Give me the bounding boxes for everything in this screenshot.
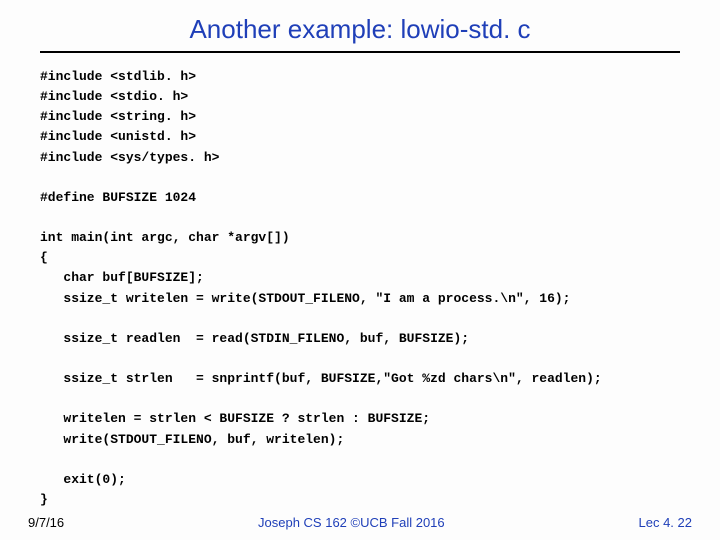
footer-page: Lec 4. 22	[639, 515, 693, 530]
footer: 9/7/16 Joseph CS 162 ©UCB Fall 2016 Lec …	[0, 515, 720, 530]
code-block: #include <stdlib. h> #include <stdio. h>…	[0, 67, 720, 510]
footer-attribution: Joseph CS 162 ©UCB Fall 2016	[258, 515, 445, 530]
slide-title: Another example: lowio-std. c	[0, 0, 720, 51]
footer-date: 9/7/16	[28, 515, 64, 530]
title-rule	[40, 51, 680, 53]
